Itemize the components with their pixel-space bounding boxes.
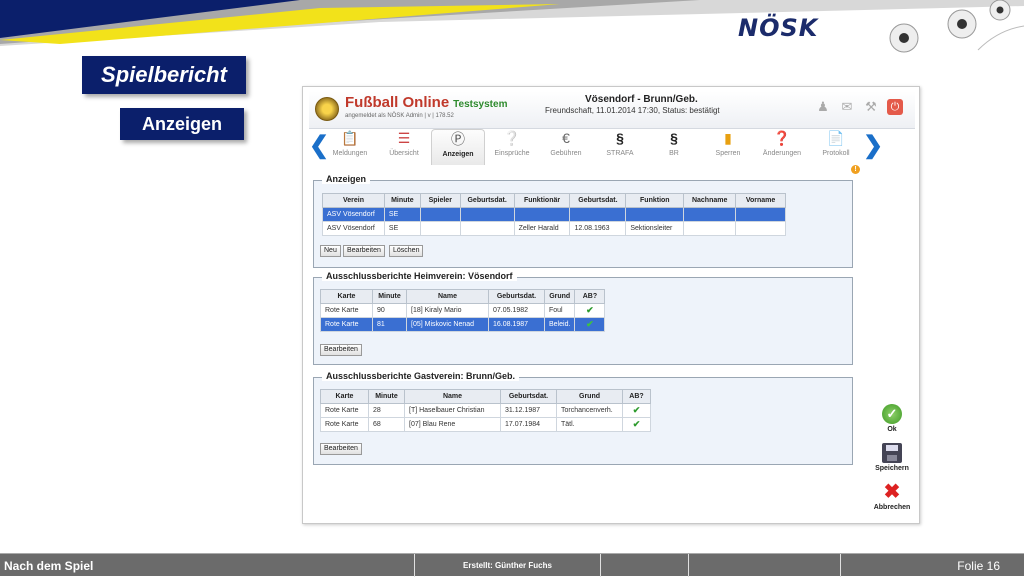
next-arrow-icon[interactable]: ❯ <box>863 131 883 160</box>
help-icon: ❓ <box>773 130 791 146</box>
tool-sperren[interactable]: ▮ Sperren <box>701 129 755 165</box>
top-decoration <box>0 0 1024 46</box>
header-icons: ♟ ✉ ⚒ ⏻ <box>815 99 903 115</box>
login-info: angemeldet als NÖSK Admin | v | 178.52 <box>345 113 454 119</box>
list-icon: ☰ <box>397 130 411 146</box>
clipboard-icon: 📋 <box>341 130 359 146</box>
settings-icon[interactable]: ⚒ <box>863 99 879 115</box>
tool-einsprueche[interactable]: ❔ Einsprüche <box>485 129 539 165</box>
delete-button[interactable]: Löschen <box>389 245 424 257</box>
power-icon[interactable]: ⏻ <box>887 99 903 115</box>
table-row[interactable]: Rote Karte 28 [T] Haselbauer Christian 31.1… <box>320 403 651 418</box>
match-info: Freundschaft, 11.01.2014 17:30, Status: … <box>545 106 720 115</box>
heim-legend: Ausschlussberichte Heimverein: Vösendorf <box>322 271 517 281</box>
check-icon: ✔ <box>574 317 606 332</box>
document-icon: 📄 <box>827 130 845 146</box>
info-icon[interactable]: ! <box>851 165 860 174</box>
table-row[interactable]: Rote Karte 68 [07] Blau Rene 17.07.1984 Tätl… <box>320 417 651 432</box>
report-icon: Ⓟ <box>451 131 465 147</box>
app-window: Fußball Online Testsystem angemeldet als … <box>302 86 920 524</box>
gast-edit-button[interactable]: Bearbeiten <box>320 443 362 455</box>
tool-meldungen[interactable]: 📋 Meldungen <box>323 129 377 165</box>
heim-panel: Ausschlussberichte Heimverein: Vösendorf… <box>313 271 853 365</box>
app-header: Fußball Online Testsystem angemeldet als … <box>309 91 915 129</box>
save-button[interactable]: Speichern <box>872 443 912 472</box>
tool-anzeigen[interactable]: Ⓟ Anzeigen <box>431 129 485 165</box>
objection-icon: ❔ <box>503 130 521 146</box>
anzeigen-panel: Anzeigen Verein Minute Spieler Geburtsda… <box>313 174 853 268</box>
footer-cell <box>688 554 840 577</box>
app-title: Fußball Online Testsystem <box>345 94 508 111</box>
gast-table: Karte Minute Name Geburtsdat. Grund AB? … <box>320 389 651 432</box>
system-label: Testsystem <box>453 99 508 110</box>
paragraph-icon: § <box>616 130 624 146</box>
new-button[interactable]: Neu <box>320 245 341 257</box>
app-logo-icon <box>315 97 339 121</box>
match-title: Vösendorf - Brunn/Geb. <box>585 94 698 105</box>
heim-edit-button[interactable]: Bearbeiten <box>320 344 362 356</box>
slide-title: Spielbericht <box>82 56 246 94</box>
heim-table: Karte Minute Name Geburtsdat. Grund AB? … <box>320 289 606 332</box>
cancel-icon: ✖ <box>883 481 901 503</box>
slide-subtitle: Anzeigen <box>120 108 244 140</box>
anzeigen-table: Verein Minute Spieler Geburtsdat. Funkti… <box>322 193 786 236</box>
table-row[interactable]: ASV Vösendorf SE Zeller Harald 12.08.1963 S… <box>322 221 786 236</box>
footer-cell <box>600 554 688 577</box>
check-icon: ✔ <box>622 403 651 418</box>
check-icon: ✔ <box>622 417 651 432</box>
table-header: Verein Minute Spieler Geburtsdat. Funkti… <box>322 193 786 208</box>
euro-icon: € <box>562 130 570 146</box>
cancel-button[interactable]: ✖ Abbrechen <box>872 482 912 511</box>
toolbar: ❮ 📋 Meldungen ☰ Übersicht Ⓟ Anzeigen ❔ Einsp… <box>309 129 915 165</box>
footer-section: Nach dem Spiel <box>4 558 94 573</box>
ok-icon: ✓ <box>882 404 902 424</box>
footer: Nach dem Spiel Erstellt: Günther Fuchs F… <box>0 553 1024 577</box>
tool-br[interactable]: § BR <box>647 129 701 165</box>
soccer-balls-icon <box>889 0 1024 53</box>
table-row[interactable]: Rote Karte 90 [18] Kiraly Mario 07.05.1982 F… <box>320 303 606 318</box>
ok-button[interactable]: ✓ Ok <box>872 404 912 433</box>
save-icon <box>882 443 902 463</box>
brand-logo: NÖSK <box>738 14 819 42</box>
anzeigen-legend: Anzeigen <box>322 174 371 184</box>
edit-button[interactable]: Bearbeiten <box>343 245 385 257</box>
gast-legend: Ausschlussberichte Gastverein: Brunn/Geb… <box>322 371 520 381</box>
cards-icon: ▮ <box>724 130 732 146</box>
tool-gebuehren[interactable]: € Gebühren <box>539 129 593 165</box>
footer-slide-number: Folie 16 <box>840 554 1024 577</box>
tool-strafa[interactable]: § STRAFA <box>593 129 647 165</box>
table-header: Karte Minute Name Geburtsdat. Grund AB? <box>320 389 651 404</box>
user-icon[interactable]: ♟ <box>815 99 831 115</box>
table-header: Karte Minute Name Geburtsdat. Grund AB? <box>320 289 606 304</box>
gast-panel: Ausschlussberichte Gastverein: Brunn/Geb… <box>313 371 853 465</box>
mail-icon[interactable]: ✉ <box>839 99 855 115</box>
table-row[interactable]: ASV Vösendorf SE <box>322 207 786 222</box>
paragraph-score-icon: § <box>670 130 678 146</box>
tool-aenderungen[interactable]: ❓ Änderungen <box>755 129 809 165</box>
footer-author: Erstellt: Günther Fuchs <box>414 554 600 577</box>
check-icon: ✔ <box>574 303 606 318</box>
table-row[interactable]: Rote Karte 81 [05] Miskovic Nenad 16.08.198… <box>320 317 606 332</box>
tool-uebersicht[interactable]: ☰ Übersicht <box>377 129 431 165</box>
tool-protokoll[interactable]: 📄 Protokoll <box>809 129 863 165</box>
